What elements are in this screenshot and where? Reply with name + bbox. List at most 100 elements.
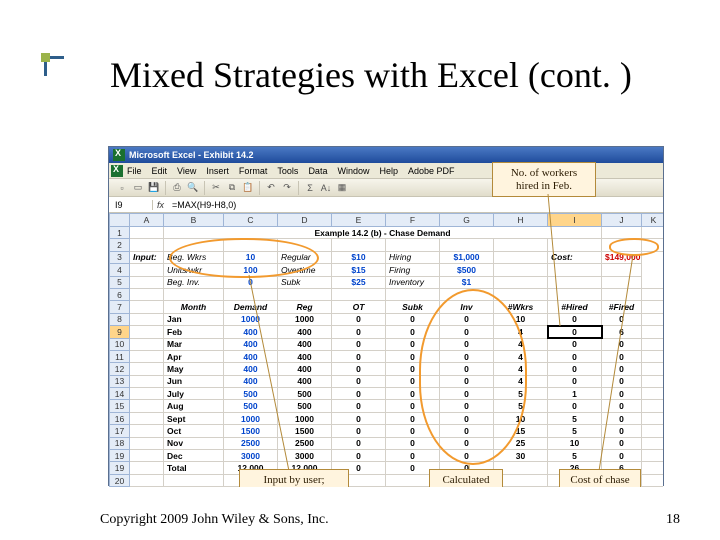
wkrs-6[interactable]: 5 bbox=[494, 388, 548, 400]
inv-1[interactable]: 0 bbox=[440, 326, 494, 338]
inv-0[interactable]: 0 bbox=[440, 313, 494, 325]
demand-8[interactable]: 1000 bbox=[224, 412, 278, 424]
redo-icon[interactable]: ↷ bbox=[280, 181, 294, 195]
fired-10[interactable]: 0 bbox=[602, 437, 642, 449]
month-1[interactable]: Feb bbox=[164, 326, 224, 338]
month-0[interactable]: Jan bbox=[164, 313, 224, 325]
ot-4[interactable]: 0 bbox=[332, 363, 386, 375]
name-box[interactable]: I9 bbox=[109, 200, 153, 210]
param-v3-0[interactable]: $1,000 bbox=[440, 251, 494, 263]
row-11[interactable]: 11 bbox=[110, 350, 130, 362]
fired-0[interactable]: 0 bbox=[602, 313, 642, 325]
reg-2[interactable]: 400 bbox=[278, 338, 332, 350]
paste-icon[interactable]: 📋 bbox=[241, 181, 255, 195]
ot-5[interactable]: 0 bbox=[332, 375, 386, 387]
col-K[interactable]: K bbox=[642, 214, 664, 227]
hired-8[interactable]: 5 bbox=[548, 412, 602, 424]
wkrs-5[interactable]: 4 bbox=[494, 375, 548, 387]
subk-2[interactable]: 0 bbox=[386, 338, 440, 350]
new-icon[interactable]: ▫ bbox=[115, 181, 129, 195]
sort-icon[interactable]: A↓ bbox=[319, 181, 333, 195]
row-14[interactable]: 14 bbox=[110, 388, 130, 400]
param-v-1[interactable]: 100 bbox=[224, 264, 278, 276]
fired-2[interactable]: 0 bbox=[602, 338, 642, 350]
demand-9[interactable]: 1500 bbox=[224, 425, 278, 437]
param-v2-1[interactable]: $15 bbox=[332, 264, 386, 276]
copy-icon[interactable]: ⧉ bbox=[225, 181, 239, 195]
hired-1[interactable]: 0 bbox=[548, 326, 602, 338]
row-1[interactable]: 1 bbox=[110, 227, 130, 239]
hired-6[interactable]: 1 bbox=[548, 388, 602, 400]
param-v-0[interactable]: 10 bbox=[224, 251, 278, 263]
param-v3-1[interactable]: $500 bbox=[440, 264, 494, 276]
fired-1[interactable]: 6 bbox=[602, 326, 642, 338]
row-4[interactable]: 4 bbox=[110, 264, 130, 276]
reg-7[interactable]: 500 bbox=[278, 400, 332, 412]
inv-7[interactable]: 0 bbox=[440, 400, 494, 412]
ot-3[interactable]: 0 bbox=[332, 350, 386, 362]
demand-5[interactable]: 400 bbox=[224, 375, 278, 387]
col-B[interactable]: B bbox=[164, 214, 224, 227]
month-11[interactable]: Dec bbox=[164, 450, 224, 462]
row-18[interactable]: 18 bbox=[110, 437, 130, 449]
row-16[interactable]: 16 bbox=[110, 412, 130, 424]
formula-input[interactable]: =MAX(H9-H8,0) bbox=[168, 200, 663, 210]
row-15[interactable]: 15 bbox=[110, 400, 130, 412]
chart-icon[interactable]: ▦ bbox=[335, 181, 349, 195]
wkrs-10[interactable]: 25 bbox=[494, 437, 548, 449]
param-v2-2[interactable]: $25 bbox=[332, 276, 386, 288]
wkrs-3[interactable]: 4 bbox=[494, 350, 548, 362]
ot-7[interactable]: 0 bbox=[332, 400, 386, 412]
menu-insert[interactable]: Insert bbox=[206, 166, 229, 176]
fired-6[interactable]: 0 bbox=[602, 388, 642, 400]
inv-8[interactable]: 0 bbox=[440, 412, 494, 424]
subk-9[interactable]: 0 bbox=[386, 425, 440, 437]
reg-10[interactable]: 2500 bbox=[278, 437, 332, 449]
row-10[interactable]: 10 bbox=[110, 338, 130, 350]
month-3[interactable]: Apr bbox=[164, 350, 224, 362]
fired-4[interactable]: 0 bbox=[602, 363, 642, 375]
menu-format[interactable]: Format bbox=[239, 166, 268, 176]
fired-3[interactable]: 0 bbox=[602, 350, 642, 362]
demand-1[interactable]: 400 bbox=[224, 326, 278, 338]
reg-11[interactable]: 3000 bbox=[278, 450, 332, 462]
print-icon[interactable]: ⎙ bbox=[170, 181, 184, 195]
menu-help[interactable]: Help bbox=[379, 166, 398, 176]
reg-9[interactable]: 1500 bbox=[278, 425, 332, 437]
hired-2[interactable]: 0 bbox=[548, 338, 602, 350]
hired-5[interactable]: 0 bbox=[548, 375, 602, 387]
demand-3[interactable]: 400 bbox=[224, 350, 278, 362]
menu-data[interactable]: Data bbox=[308, 166, 327, 176]
row-19[interactable]: 19 bbox=[110, 450, 130, 462]
month-5[interactable]: Jun bbox=[164, 375, 224, 387]
ot-6[interactable]: 0 bbox=[332, 388, 386, 400]
row-5[interactable]: 5 bbox=[110, 276, 130, 288]
preview-icon[interactable]: 🔍 bbox=[186, 181, 200, 195]
wkrs-7[interactable]: 5 bbox=[494, 400, 548, 412]
param-v2-0[interactable]: $10 bbox=[332, 251, 386, 263]
hired-7[interactable]: 0 bbox=[548, 400, 602, 412]
grid[interactable]: ABCDEFGHIJK1Example 14.2 (b) - Chase Dem… bbox=[109, 213, 663, 487]
inv-3[interactable]: 0 bbox=[440, 350, 494, 362]
month-9[interactable]: Oct bbox=[164, 425, 224, 437]
col-F[interactable]: F bbox=[386, 214, 440, 227]
hired-3[interactable]: 0 bbox=[548, 350, 602, 362]
subk-3[interactable]: 0 bbox=[386, 350, 440, 362]
row-3[interactable]: 3 bbox=[110, 251, 130, 263]
menu-edit[interactable]: Edit bbox=[152, 166, 168, 176]
row-8[interactable]: 8 bbox=[110, 313, 130, 325]
hired-11[interactable]: 5 bbox=[548, 450, 602, 462]
row-17[interactable]: 17 bbox=[110, 425, 130, 437]
subk-4[interactable]: 0 bbox=[386, 363, 440, 375]
wkrs-0[interactable]: 10 bbox=[494, 313, 548, 325]
subk-11[interactable]: 0 bbox=[386, 450, 440, 462]
ot-1[interactable]: 0 bbox=[332, 326, 386, 338]
subk-0[interactable]: 0 bbox=[386, 313, 440, 325]
menu-window[interactable]: Window bbox=[337, 166, 369, 176]
inv-4[interactable]: 0 bbox=[440, 363, 494, 375]
reg-5[interactable]: 400 bbox=[278, 375, 332, 387]
demand-6[interactable]: 500 bbox=[224, 388, 278, 400]
inv-9[interactable]: 0 bbox=[440, 425, 494, 437]
row-13[interactable]: 13 bbox=[110, 375, 130, 387]
reg-4[interactable]: 400 bbox=[278, 363, 332, 375]
